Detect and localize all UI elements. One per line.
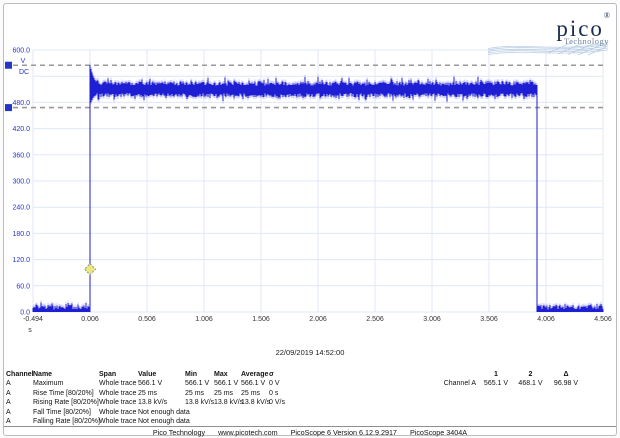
x-axis-tick-label: 0.006 (81, 316, 99, 323)
measurement-cell-r0c1: Maximum (33, 379, 99, 388)
measurement-cell-r0c6: 566.1 V (241, 379, 269, 388)
y-axis-unit-label: V (21, 58, 26, 65)
ruler-legend: 1 2 Δ Channel A 565.1 V 468.1 V 96.98 V (439, 370, 584, 389)
measurement-cell-r2c0: A (6, 398, 33, 407)
measurement-cell-r4c7 (269, 417, 293, 426)
measurement-header-1: Name (33, 370, 99, 379)
measurement-cell-r3c0: A (6, 408, 33, 417)
measurement-cell-r1c7: 0 s (269, 389, 293, 398)
x-axis-tick-label: 4.006 (537, 316, 555, 323)
ruler2-value: 468.1 V (513, 379, 548, 388)
ruler1-value: 565.1 V (479, 379, 513, 388)
x-axis-tick-label: 1.006 (195, 316, 213, 323)
ruler-delta-value: 96.98 V (548, 379, 584, 388)
measurement-cell-r3c4 (185, 408, 214, 417)
measurement-header-3: Value (138, 370, 185, 379)
status-device-model: PicoScope 3404A (410, 428, 467, 437)
measurement-header-6: Average (241, 370, 269, 379)
x-axis-tick-label: 2.506 (366, 316, 384, 323)
measurement-cell-r3c5 (214, 408, 241, 417)
x-axis-tick-label: 0.506 (138, 316, 156, 323)
status-company: Pico Technology (153, 428, 205, 437)
measurement-cell-r1c5: 25 ms (214, 389, 241, 398)
x-axis-tick-label: 2.006 (309, 316, 327, 323)
y-axis-tick-label: 480.0 (12, 100, 30, 107)
measurement-cell-r4c5 (214, 417, 241, 426)
pico-technology-logo: pico® Technology (488, 6, 610, 56)
measurement-cell-r0c5: 566.1 V (214, 379, 241, 388)
measurement-cell-r0c2: Whole trace (99, 379, 138, 388)
measurement-cell-r2c3: 13.8 kV/s (138, 398, 185, 407)
measurement-cell-r2c4: 13.8 kV/s (185, 398, 214, 407)
measurement-cell-r1c3: 25 ms (138, 389, 185, 398)
measurement-cell-r1c1: Rise Time [80/20%] (33, 389, 99, 398)
measurement-cell-r1c4: 25 ms (185, 389, 214, 398)
measurement-cell-r1c0: A (6, 389, 33, 398)
measurement-cell-r4c2: Whole trace (99, 417, 138, 426)
measurement-cell-r4c4 (185, 417, 214, 426)
measurement-cell-r2c6: 13.8 kV/s (241, 398, 269, 407)
x-axis-tick-label: -0.494 (23, 316, 43, 323)
measurement-cell-r2c7: 0 V/s (269, 398, 293, 407)
measurements-table: ChannelNameSpanValueMinMaxAverageσAMaxim… (6, 370, 293, 426)
measurement-cell-r4c3: Not enough data (138, 417, 185, 426)
capture-timestamp: 22/09/2019 14:52:00 (0, 348, 620, 357)
y-axis-tick-label: 60.0 (16, 283, 30, 290)
measurement-cell-r1c2: Whole trace (99, 389, 138, 398)
x-axis-tick-label: 3.506 (480, 316, 498, 323)
y-axis-tick-label: 300.0 (12, 179, 30, 186)
ruler-legend-header-delta: Δ (548, 370, 584, 379)
measurement-cell-r0c7: 0 V (269, 379, 293, 388)
measurement-header-2: Span (99, 370, 138, 379)
ruler-legend-channel-label: Channel A (439, 379, 479, 388)
x-axis-tick-label: 3.006 (423, 316, 441, 323)
x-axis-tick-label: 1.506 (252, 316, 270, 323)
measurement-cell-r3c6 (241, 408, 269, 417)
y-axis-tick-label: 120.0 (12, 257, 30, 264)
y-axis-tick-label: 240.0 (12, 205, 30, 212)
y-axis-coupling-label: DC (19, 69, 29, 76)
ruler-legend-spacer (439, 370, 479, 379)
measurement-cell-r2c1: Rising Rate [80/20%] (33, 398, 99, 407)
measurement-header-0: Channel (6, 370, 33, 379)
measurement-cell-r3c7 (269, 408, 293, 417)
ruler-handle-1[interactable] (5, 62, 12, 69)
status-bar: Pico Technology www.picotech.com PicoSco… (0, 428, 620, 437)
measurement-cell-r2c5: 13.8 kV/s (214, 398, 241, 407)
status-website: www.picotech.com (218, 428, 278, 437)
y-axis-tick-label: 420.0 (12, 126, 30, 133)
measurement-cell-r3c1: Fall Time [80/20%] (33, 408, 99, 417)
x-axis-unit-label: s (28, 327, 32, 334)
registered-mark-icon: ® (604, 11, 610, 20)
measurement-cell-r0c3: 566.1 V (138, 379, 185, 388)
y-axis-tick-label: 180.0 (12, 231, 30, 238)
x-axis-tick-label: 4.506 (594, 316, 612, 323)
ruler-handle-2[interactable] (5, 104, 12, 111)
measurement-header-5: Max (214, 370, 241, 379)
measurement-cell-r2c2: Whole trace (99, 398, 138, 407)
measurement-cell-r3c2: Whole trace (99, 408, 138, 417)
ruler-legend-header-2: 2 (513, 370, 548, 379)
logo-technology-text: Technology (564, 36, 609, 46)
measurement-cell-r0c0: A (6, 379, 33, 388)
ruler-legend-header-1: 1 (479, 370, 513, 379)
measurement-cell-r1c6: 25 ms (241, 389, 269, 398)
measurement-cell-r4c6 (241, 417, 269, 426)
measurement-header-7: σ (269, 370, 293, 379)
trigger-marker-icon[interactable] (85, 264, 96, 275)
measurement-cell-r4c0: A (6, 417, 33, 426)
y-axis-tick-label: 360.0 (12, 152, 30, 159)
y-axis-tick-label: 600.0 (12, 48, 30, 55)
status-separator (4, 426, 616, 427)
measurement-cell-r0c4: 566.1 V (185, 379, 214, 388)
status-app-version: PicoScope 6 Version 6.12.9.2917 (291, 428, 397, 437)
measurement-cell-r3c3: Not enough data (138, 408, 185, 417)
measurement-header-4: Min (185, 370, 214, 379)
measurement-cell-r4c1: Falling Rate [80/20%] (33, 417, 99, 426)
